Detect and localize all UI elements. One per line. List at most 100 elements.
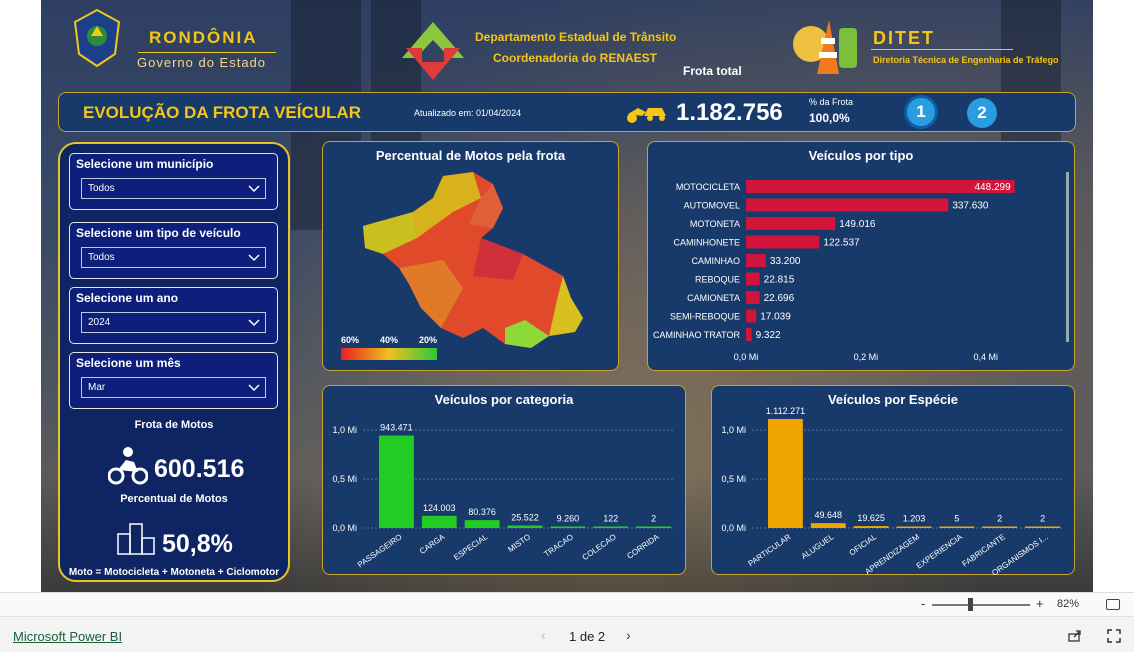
filter-label: Selecione um mês — [76, 356, 181, 370]
bar[interactable] — [636, 526, 671, 529]
y-tick-label: 0,0 Mi — [721, 523, 746, 533]
x-category-label: PARTICULAR — [747, 532, 793, 568]
zoom-slider[interactable] — [932, 604, 1030, 606]
motos-note: Moto = Motocicleta + Motoneta + Ciclomot… — [68, 567, 280, 578]
bar[interactable] — [746, 291, 760, 304]
bar-value-label: 49.648 — [815, 510, 843, 520]
rondonia-map[interactable] — [353, 168, 603, 358]
moto-car-icon — [624, 100, 668, 124]
bar-value-label: 22.815 — [764, 275, 795, 286]
chevron-down-icon — [248, 185, 260, 193]
bar[interactable] — [746, 235, 820, 249]
bar-value-label: 22.696 — [764, 293, 795, 304]
bar-value-label: 943.471 — [380, 423, 413, 433]
state-name: RONDÔNIA — [149, 28, 258, 47]
bar[interactable] — [982, 526, 1018, 529]
state-subtitle: Governo do Estado — [137, 55, 267, 70]
bar[interactable] — [746, 217, 836, 230]
bar[interactable] — [746, 254, 766, 267]
page-1-button[interactable]: 1 — [904, 95, 938, 129]
frota-total-value: 1.182.756 — [676, 99, 783, 126]
zoom-slider-thumb[interactable] — [968, 598, 973, 611]
filter-label: Selecione um município — [76, 157, 214, 171]
bar-value-label: 122.537 — [823, 238, 860, 249]
traffic-cone-icon — [791, 14, 863, 80]
bar[interactable] — [896, 526, 932, 529]
filter-dropdown[interactable]: Todos — [81, 247, 266, 268]
filter-value: Todos — [88, 252, 115, 263]
zoom-level: 82% — [1057, 598, 1080, 610]
bar-category-label: CAMINHAO — [691, 256, 740, 266]
bar[interactable] — [810, 523, 846, 528]
legend-gradient — [341, 348, 437, 360]
powerbi-link[interactable]: Microsoft Power BI — [13, 629, 122, 644]
bar[interactable] — [746, 272, 760, 286]
next-page-icon[interactable]: › — [626, 627, 631, 643]
frota-motos-value: 600.516 — [154, 455, 245, 483]
x-tick-label: 0,0 Mi — [734, 352, 759, 362]
bar-value-label: 448.299 — [974, 182, 1011, 193]
bar-value-label: 2 — [1040, 514, 1045, 524]
share-icon[interactable] — [1068, 629, 1082, 642]
bar-value-label: 5 — [954, 514, 959, 524]
chart-especie: 1,0 Mi 0,5 Mi 0,0 Mi 1.112.271 PARTICULAR 49.… — [721, 406, 1064, 576]
zoom-in-button[interactable]: + — [1036, 596, 1044, 611]
bar[interactable] — [746, 198, 949, 212]
report-canvas: RONDÔNIA Governo do Estado Departamento … — [41, 0, 1093, 592]
page-title: EVOLUÇÃO DA FROTA VEÍCULAR — [83, 103, 361, 122]
rondonia-crest-icon — [71, 8, 123, 68]
scrollbar[interactable] — [1066, 172, 1069, 342]
bar-value-label: 9.322 — [756, 330, 781, 341]
filter-2: Selecione um ano 2024 — [69, 287, 278, 344]
bar[interactable] — [746, 328, 752, 341]
zoom-out-button[interactable]: - — [921, 596, 925, 611]
bar-value-label: 124.003 — [423, 503, 456, 513]
bar[interactable] — [939, 526, 975, 529]
bar[interactable] — [550, 526, 586, 529]
legend-40: 40% — [379, 335, 398, 345]
x-category-label: ALUGUEL — [800, 532, 836, 561]
filter-0: Selecione um município Todos — [69, 153, 278, 210]
bar[interactable] — [746, 309, 757, 323]
pct-frota-value: 100,0% — [809, 111, 850, 125]
filter-value: Todos — [88, 183, 115, 194]
bar-value-label: 337.630 — [952, 201, 989, 212]
bar[interactable] — [379, 435, 414, 528]
bar[interactable] — [507, 525, 543, 528]
detran-arrows-icon — [396, 18, 470, 82]
filter-dropdown[interactable]: Mar — [81, 377, 266, 398]
bar-value-label: 1.112.271 — [766, 406, 805, 416]
title-bar: EVOLUÇÃO DA FROTA VEÍCULAR Atualizado em… — [58, 92, 1076, 132]
bar-category-label: AUTOMOVEL — [684, 201, 740, 211]
chevron-down-icon — [248, 254, 260, 262]
pct-motos-label: Percentual de Motos — [120, 493, 228, 505]
map-title: Percentual de Motos pela frota — [375, 148, 566, 163]
bar-category-label: CAMINHONETE — [673, 238, 740, 248]
prev-page-icon[interactable]: ‹ — [541, 627, 546, 643]
filter-value: 2024 — [88, 317, 111, 328]
bar[interactable] — [1025, 526, 1060, 529]
state-divider — [138, 52, 276, 53]
filter-dropdown[interactable]: Todos — [81, 178, 266, 199]
bar-category-label: REBOQUE — [695, 275, 740, 285]
filter-label: Selecione um ano — [76, 291, 179, 305]
y-tick-label: 0,0 Mi — [332, 523, 357, 533]
bar[interactable] — [768, 418, 803, 528]
updated-date: Atualizado em: 01/04/2024 — [414, 108, 522, 118]
bar-value-label: 2 — [651, 514, 656, 524]
x-category-label: TRACAO — [543, 532, 575, 558]
powerbi-footer: - + 82% Microsoft Power BI ‹ 1 de 2 › — [0, 592, 1134, 652]
bar-value-label: 25.522 — [511, 512, 539, 522]
bar[interactable] — [593, 526, 629, 529]
bar[interactable] — [853, 526, 889, 528]
filter-value: Mar — [88, 382, 106, 393]
page-2-button[interactable]: 2 — [967, 98, 997, 128]
chart-tipo: MOTOCICLETA 448.299 AUTOMOVEL 337.630 MOTONE… — [653, 172, 1069, 362]
fit-page-icon[interactable] — [1106, 599, 1120, 610]
filter-dropdown[interactable]: 2024 — [81, 312, 266, 333]
fullscreen-icon[interactable] — [1107, 629, 1121, 643]
x-tick-label: 0,4 Mi — [973, 352, 998, 362]
bar[interactable] — [464, 520, 500, 528]
bar-category-label: CAMINHAO TRATOR — [653, 330, 741, 340]
bar[interactable] — [421, 515, 457, 528]
